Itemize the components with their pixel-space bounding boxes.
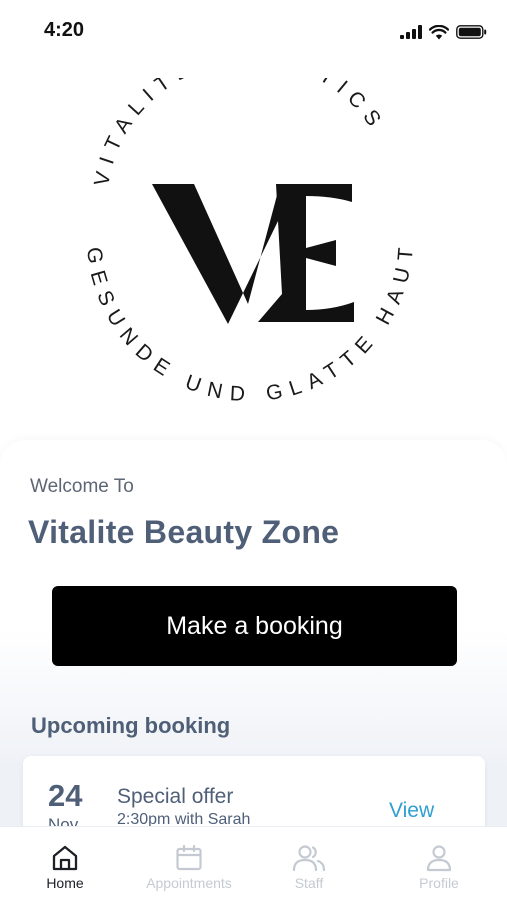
view-booking-link[interactable]: View	[389, 799, 434, 823]
make-booking-button[interactable]: Make a booking	[52, 586, 457, 666]
svg-text:GESUNDE UND GLATTE HAUT: GESUNDE UND GLATTE HAUT	[82, 238, 418, 406]
status-bar: 4:20	[0, 0, 507, 60]
tab-staff[interactable]: Staff	[246, 827, 372, 901]
status-icons	[400, 22, 487, 42]
status-time: 4:20	[44, 19, 85, 41]
ve-monogram-logo: VITALITÉ ESTHETICS GESUNDE UND GLATTE HA…	[82, 44, 418, 407]
upcoming-booking-title: Upcoming booking	[31, 713, 231, 738]
brand-logo: VITALITÉ ESTHETICS GESUNDE UND GLATTE HA…	[70, 44, 430, 428]
signal-icon	[400, 25, 422, 39]
wifi-icon	[429, 24, 449, 39]
svg-text:VITALITÉ ESTHETICS: VITALITÉ ESTHETICS	[90, 78, 390, 188]
home-icon	[52, 845, 78, 871]
tab-bar: Home Appointments Staff Profile	[0, 826, 507, 901]
tab-staff-label: Staff	[294, 875, 324, 891]
business-name: Vitalite Beauty Zone	[28, 514, 340, 550]
tab-profile[interactable]: Profile	[376, 827, 502, 901]
staff-icon	[292, 845, 326, 872]
tab-profile-label: Profile	[419, 875, 459, 891]
calendar-icon	[176, 844, 202, 871]
tab-appointments[interactable]: Appointments	[126, 827, 252, 901]
battery-icon	[456, 25, 487, 39]
booking-day: 24	[48, 778, 83, 813]
booking-title: Special offer	[117, 785, 234, 808]
profile-icon	[426, 845, 452, 872]
tab-home-label: Home	[46, 875, 84, 891]
tab-appointments-label: Appointments	[146, 875, 232, 891]
tab-home[interactable]: Home	[2, 827, 128, 901]
welcome-label: Welcome To	[30, 476, 134, 497]
